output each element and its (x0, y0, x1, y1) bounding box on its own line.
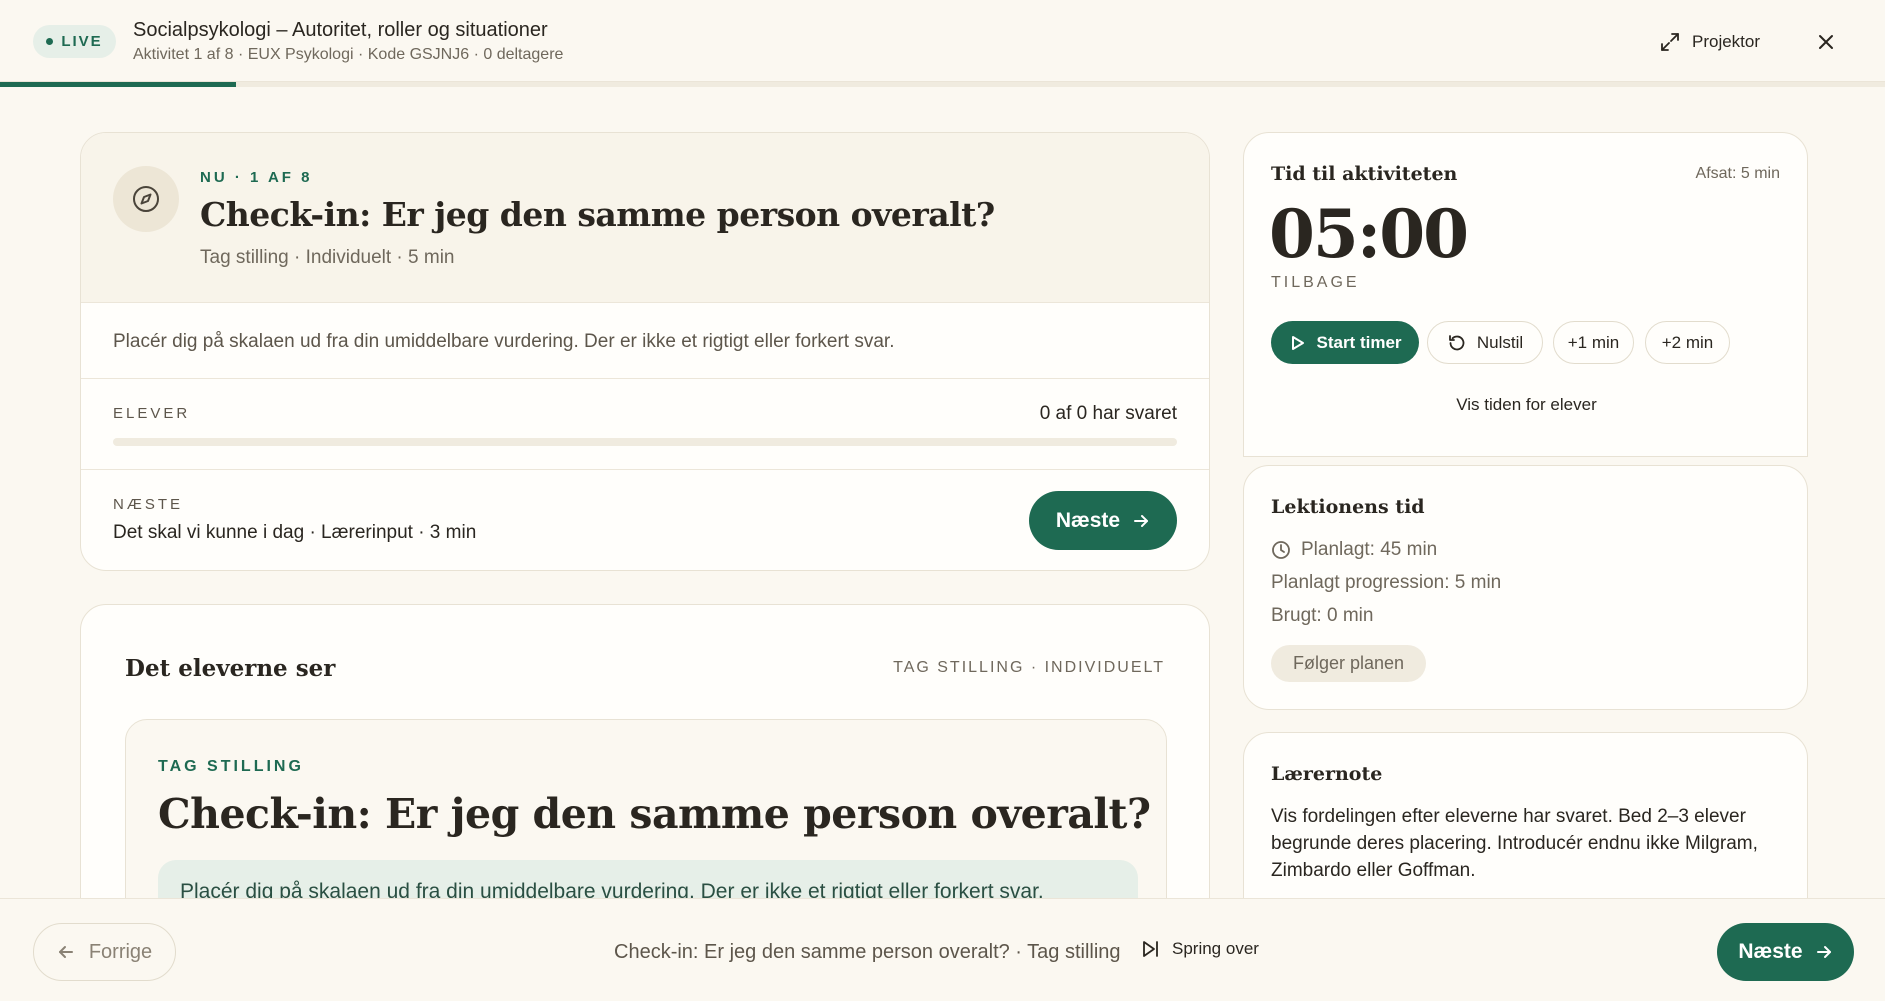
live-label: LIVE (61, 33, 103, 50)
lesson-time-title: Lektionens tid (1271, 496, 1425, 518)
next-activity-description: Det skal vi kunne i dag · Lærerinput · 3… (113, 522, 477, 543)
skip-button[interactable]: Spring over (1140, 939, 1259, 959)
reset-timer-button[interactable]: Nulstil (1427, 321, 1543, 364)
activity-title: Check-in: Er jeg den samme person overal… (200, 195, 995, 234)
planned-progression: Planlagt progression: 5 min (1271, 572, 1502, 593)
activity-icon-circle (113, 166, 179, 232)
add-two-minutes-button[interactable]: +2 min (1645, 321, 1730, 364)
answer-progress-bar (113, 438, 1177, 446)
now-label: NU · 1 AF 8 (200, 169, 313, 186)
add-one-minute-button[interactable]: +1 min (1553, 321, 1634, 364)
reset-timer-label: Nulstil (1476, 332, 1524, 352)
reset-icon (1448, 334, 1465, 350)
skip-forward-icon (1143, 941, 1158, 957)
close-icon (1819, 35, 1833, 49)
remaining-label: TILBAGE (1271, 274, 1360, 291)
live-badge: LIVE (33, 25, 116, 58)
arrow-right-icon (1816, 946, 1831, 958)
divider (81, 469, 1209, 470)
skip-label: Spring over (1172, 939, 1259, 958)
projector-label: Projektor (1692, 32, 1761, 51)
planned-time-row: Planlagt: 45 min (1271, 539, 1437, 561)
activity-timer-card: Tid til aktiviteten Afsat: 5 min 05:00 T… (1243, 132, 1808, 457)
footer-next-label: Næste (1738, 940, 1803, 963)
start-timer-button[interactable]: Start timer (1271, 321, 1419, 364)
session-progress-fill (0, 82, 236, 87)
play-icon (1292, 335, 1305, 350)
next-activity-label: NÆSTE (113, 496, 184, 513)
activity-header: NU · 1 AF 8 Check-in: Er jeg den samme p… (81, 133, 1209, 303)
live-dot-icon (46, 38, 54, 45)
lesson-time-card: Lektionens tid Planlagt: 45 min Planlagt… (1243, 465, 1808, 710)
clock-icon (1272, 541, 1290, 559)
close-button[interactable] (1812, 28, 1840, 56)
session-header: LIVE Socialpsykologi – Autoritet, roller… (0, 0, 1885, 82)
activity-instruction: Placér dig på skalaen ud fra din umiddel… (113, 331, 895, 352)
arrow-left-icon (58, 946, 73, 958)
divider (81, 378, 1209, 379)
planned-time: Planlagt: 45 min (1301, 539, 1438, 560)
students-label: ELEVER (113, 405, 191, 422)
previous-button[interactable]: Forrige (33, 923, 176, 981)
footer-next-button[interactable]: Næste (1717, 923, 1854, 981)
activity-meta: Tag stilling · Individuelt · 5 min (200, 247, 455, 268)
compass-icon (133, 186, 159, 212)
start-timer-label: Start timer (1316, 332, 1402, 352)
student-view-title: Det eleverne ser (125, 655, 336, 682)
answered-count: 0 af 0 har svaret (1039, 403, 1177, 424)
teacher-note-title: Lærernote (1271, 763, 1383, 785)
preview-tag: TAG STILLING (158, 758, 304, 775)
timer-title: Tid til aktiviteten (1271, 163, 1458, 185)
session-title: Socialpsykologi – Autoritet, roller og s… (133, 19, 548, 41)
session-subtitle: Aktivitet 1 af 8 · EUX Psykologi · Kode … (133, 46, 564, 63)
arrow-right-icon (1134, 514, 1149, 527)
next-button-label: Næste (1055, 508, 1121, 532)
expand-icon (1661, 33, 1679, 51)
navigation-footer: Forrige Check-in: Er jeg den samme perso… (0, 898, 1885, 1001)
timer-display: 05:00 (1269, 195, 1469, 273)
allocated-time: Afsat: 5 min (1695, 165, 1780, 182)
used-time: Brugt: 0 min (1271, 605, 1374, 626)
teacher-note-text: Vis fordelingen efter eleverne har svare… (1271, 806, 1758, 881)
session-progress-bar (0, 82, 1885, 87)
next-activity-button[interactable]: Næste (1029, 491, 1177, 550)
previous-label: Forrige (88, 940, 153, 963)
plan-status-badge: Følger planen (1271, 645, 1426, 682)
current-activity-summary: Check-in: Er jeg den samme person overal… (614, 941, 1121, 963)
projector-button[interactable]: Projektor (1660, 28, 1760, 56)
preview-title: Check-in: Er jeg den samme person overal… (158, 790, 1151, 838)
show-time-to-students-link[interactable]: Vis tiden for elever (1244, 395, 1807, 415)
current-activity-card: NU · 1 AF 8 Check-in: Er jeg den samme p… (80, 132, 1210, 571)
student-view-tag: TAG STILLING · INDIVIDUELT (893, 659, 1165, 676)
